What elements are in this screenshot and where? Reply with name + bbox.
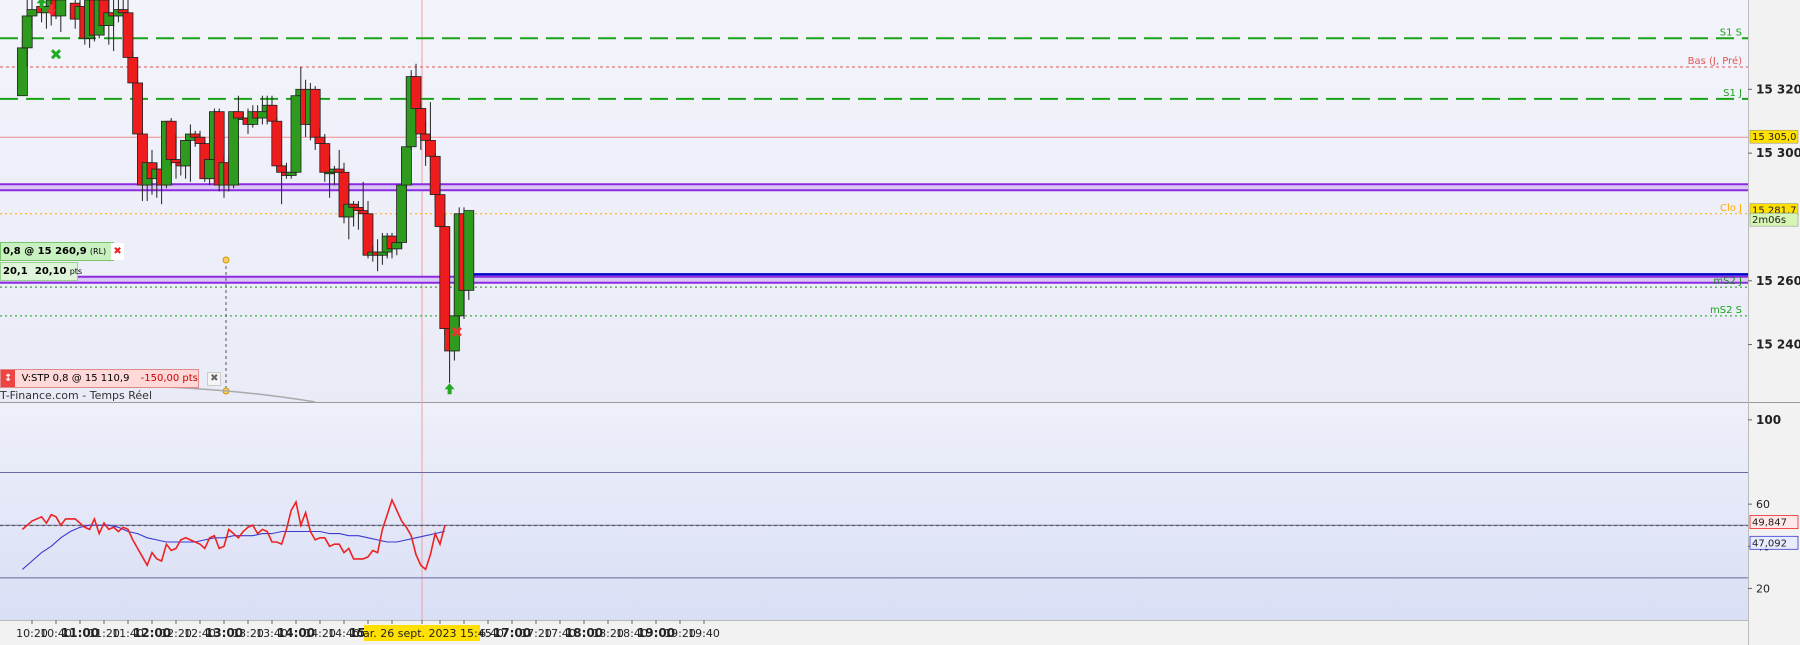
limit-order-pts-value: 20,1 [3,266,28,277]
candle-body-20 [127,57,139,84]
candle-body-36 [204,159,216,180]
level-label-1: Bas (J, Pré) [1688,55,1742,67]
candle-body-41 [228,111,240,186]
candle-85 [439,213,451,335]
candle-body-72 [376,251,388,256]
y-tick-1: 15 260 [1756,274,1800,288]
candle-body-81 [420,133,432,141]
level-label-7: mS2 J [1713,276,1742,287]
level-label-8: mS2 S [1710,305,1742,316]
close-icon[interactable]: ✖ [207,372,222,386]
candle-body-59 [314,136,326,144]
trading-chart[interactable]: S1 SBas (J, Pré)S1 JClo JmS2 JmS2 S 10:2… [0,0,1800,645]
limit-order-pts-unit: pts [69,267,83,276]
candle-body-68 [357,210,369,215]
candle-body-51 [276,165,288,173]
order-handle-top[interactable] [222,256,230,264]
y-tick-2: 15 300 [1756,146,1800,160]
candle-body-2 [26,9,38,17]
level-label-2: S1 J [1723,88,1742,99]
candle-body-85 [439,226,451,330]
candle-body-63 [333,168,345,173]
limit-order-label: 0,8 @ 15 260,9 [3,246,87,257]
y-tick-3: 15 320 [1756,82,1800,96]
osc-tag-0: 49,847 [1752,518,1787,529]
candle-body-47 [256,111,268,119]
candle-body-34 [194,136,206,144]
candle-body-49 [266,104,278,122]
candle-body-79 [410,76,422,109]
candle-body-76 [396,184,408,243]
candle-41 [228,111,240,189]
oscillator-pane-background [0,403,1748,620]
candle-body-18 [117,9,129,14]
candle-body-50 [271,120,283,167]
candle-body-75 [391,242,403,250]
candle-body-77 [400,146,412,186]
stop-order-label: V:STP 0,8 @ 15 110,9 [21,373,130,384]
candle-body-19 [122,12,134,58]
limit-order-panel[interactable]: 0,8 @ 15 260,9 (RL) ✖ [0,242,124,261]
price-tag-2: 2m06s [1752,215,1786,226]
candle-body-7 [55,0,67,17]
candle-body-82 [424,139,436,157]
candle-body-31 [180,139,192,167]
candle-body-42 [232,111,244,119]
osc-tag-1: 47,092 [1752,538,1787,549]
level-label-0: S1 S [1720,27,1742,38]
candle-body-58 [309,88,321,138]
price-pane-background [0,0,1748,402]
candle-76 [396,178,408,249]
candle-body-54 [290,95,302,173]
candle-body-69 [362,213,374,256]
osc-y-tick-0: 20 [1756,582,1770,595]
candle-body-66 [348,203,360,208]
stop-order-panel[interactable]: ↕ V:STP 0,8 @ 15 110,9 -150,00 pts ✖ [0,369,222,388]
candle-body-67 [352,206,364,211]
candle-body-21 [132,82,144,135]
close-icon[interactable]: ✖ [111,243,124,260]
candle-body-60 [319,143,331,173]
candle-body-33 [189,133,201,138]
y-tick-0: 15 240 [1756,338,1800,352]
candle-90 [463,210,475,300]
candle-body-53 [285,171,297,176]
price-tag-0: 15 305,0 [1752,132,1797,143]
candle-body-90 [463,210,475,291]
price-axis: 15 24015 26015 30015 32020406010015 305,… [1748,82,1800,595]
x-tick-28: 19:40 [688,627,720,640]
candle-body-28 [165,120,177,160]
osc-y-tick-3: 100 [1756,413,1781,427]
limit-order-pts-text: 20,10 [34,266,67,277]
move-icon[interactable]: ↕ [1,370,16,387]
candle-body-84 [434,194,446,227]
osc-y-tick-2: 60 [1756,498,1770,511]
candle-body-80 [415,108,427,135]
candle-21 [132,79,144,141]
candle-body-83 [429,155,441,196]
level-label-5: Clo J [1720,203,1742,214]
limit-order-suffix: (RL) [89,247,107,256]
candle-50 [271,118,283,170]
source-label: T-Finance.com - Temps Réel [0,389,152,402]
limit-order-pts-panel: 20,1 20,10 pts [0,262,82,281]
stop-order-pts: -150,00 pts [140,373,198,384]
candle-body-29 [170,159,182,164]
candle-28 [165,118,177,166]
candle-body-0 [16,47,28,97]
session-marker-tag: mar. 26 sept. 2023 15:45 [352,627,491,640]
candle-body-1 [21,15,33,49]
candle-54 [290,89,302,176]
